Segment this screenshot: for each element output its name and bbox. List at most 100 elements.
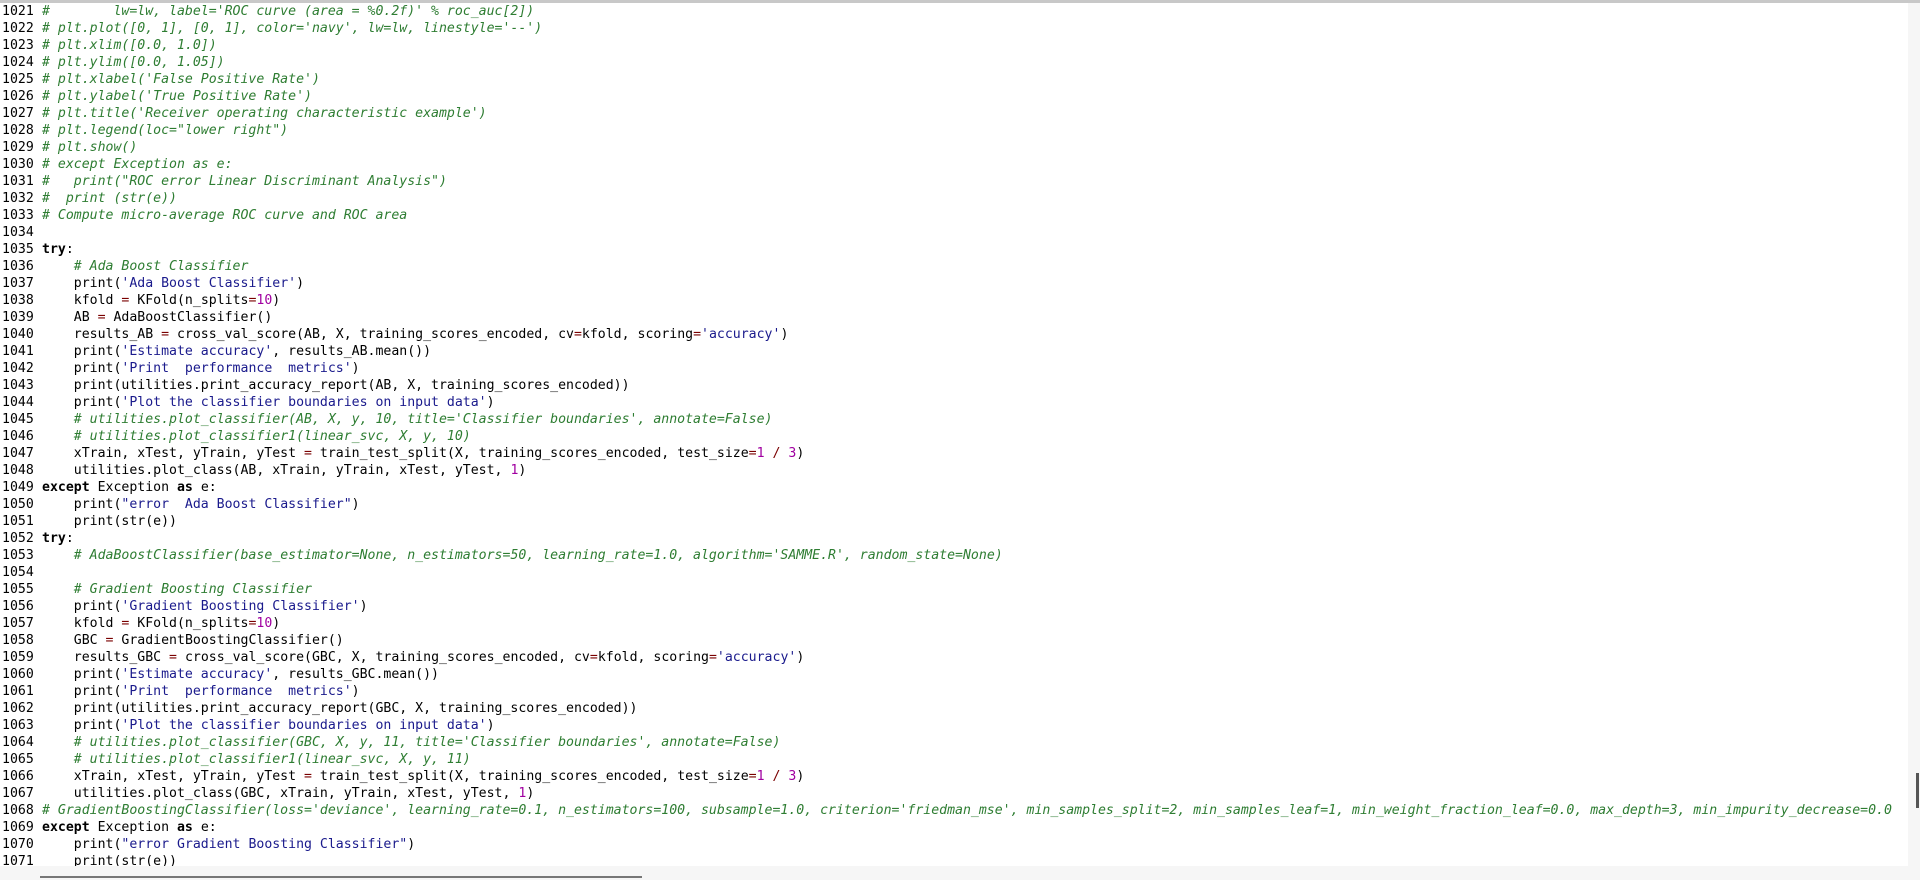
code-line[interactable]: 1065 # utilities.plot_classifier1(linear… bbox=[0, 751, 1908, 768]
code-line[interactable]: 1054 bbox=[0, 564, 1908, 581]
line-number: 1059 bbox=[2, 650, 34, 665]
code-token: = bbox=[304, 769, 312, 784]
code-token: # utilities.plot_classifier(AB, X, y, 10… bbox=[73, 412, 773, 427]
line-code: # plt.xlabel('False Positive Rate') bbox=[42, 72, 320, 87]
code-line[interactable]: 1070 print("error Gradient Boosting Clas… bbox=[0, 836, 1908, 853]
line-number: 1029 bbox=[2, 140, 34, 155]
line-number: 1021 bbox=[2, 4, 34, 19]
code-token: except bbox=[42, 480, 90, 495]
code-line[interactable]: 1032 # print (str(e)) bbox=[0, 190, 1908, 207]
code-line[interactable]: 1027 # plt.title('Receiver operating char… bbox=[0, 105, 1908, 122]
code-token: print( bbox=[42, 684, 122, 699]
line-code: # print (str(e)) bbox=[42, 191, 177, 206]
code-line[interactable]: 1057 kfold = KFold(n_splits=10) bbox=[0, 615, 1908, 632]
line-code: print("error Ada Boost Classifier") bbox=[42, 497, 360, 512]
code-token: ) bbox=[780, 327, 789, 342]
code-line[interactable]: 1038 kfold = KFold(n_splits=10) bbox=[0, 292, 1908, 309]
code-line[interactable]: 1068 # GradientBoostingClassifier(loss='d… bbox=[0, 802, 1908, 819]
code-line[interactable]: 1061 print('Print performance metrics') bbox=[0, 683, 1908, 700]
line-code: utilities.plot_class(GBC, xTrain, yTrain… bbox=[42, 786, 535, 801]
code-line[interactable]: 1069 except Exception as e: bbox=[0, 819, 1908, 836]
code-line[interactable]: 1023 # plt.xlim([0.0, 1.0]) bbox=[0, 37, 1908, 54]
code-line[interactable]: 1067 utilities.plot_class(GBC, xTrain, y… bbox=[0, 785, 1908, 802]
code-token: # Gradient Boosting Classifier bbox=[73, 582, 312, 597]
code-line[interactable]: 1037 print('Ada Boost Classifier') bbox=[0, 275, 1908, 292]
code-token: # print("ROC error Linear Discriminant A… bbox=[42, 174, 447, 189]
code-token: # utilities.plot_classifier(GBC, X, y, 1… bbox=[73, 735, 781, 750]
code-token: ) bbox=[796, 650, 805, 665]
code-line[interactable]: 1022 # plt.plot([0, 1], [0, 1], color='na… bbox=[0, 20, 1908, 37]
code-line[interactable]: 1026 # plt.ylabel('True Positive Rate') bbox=[0, 88, 1908, 105]
code-line[interactable]: 1029 # plt.show() bbox=[0, 139, 1908, 156]
code-token: AB bbox=[42, 310, 98, 325]
code-line[interactable]: 1051 print(str(e)) bbox=[0, 513, 1908, 530]
line-code: # plt.legend(loc="lower right") bbox=[42, 123, 288, 138]
code-line[interactable]: 1041 print('Estimate accuracy', results_… bbox=[0, 343, 1908, 360]
code-editor[interactable]: 1021 # lw=lw, label='ROC curve (area = %0… bbox=[0, 3, 1908, 866]
code-token: print( bbox=[42, 276, 122, 291]
code-line[interactable]: 1024 # plt.ylim([0.0, 1.05]) bbox=[0, 54, 1908, 71]
code-token: = bbox=[573, 327, 582, 342]
code-token: e: bbox=[192, 820, 217, 835]
code-line[interactable]: 1042 print('Print performance metrics') bbox=[0, 360, 1908, 377]
code-line[interactable]: 1050 print("error Ada Boost Classifier") bbox=[0, 496, 1908, 513]
code-line[interactable]: 1058 GBC = GradientBoostingClassifier() bbox=[0, 632, 1908, 649]
code-line[interactable]: 1059 results_GBC = cross_val_score(GBC, … bbox=[0, 649, 1908, 666]
line-number: 1024 bbox=[2, 55, 34, 70]
vertical-scrollbar-thumb[interactable] bbox=[1916, 773, 1919, 808]
line-code: GBC = GradientBoostingClassifier() bbox=[42, 633, 344, 648]
code-line[interactable]: 1062 print(utilities.print_accuracy_repo… bbox=[0, 700, 1908, 717]
code-line[interactable]: 1060 print('Estimate accuracy', results_… bbox=[0, 666, 1908, 683]
code-token: print( bbox=[42, 395, 122, 410]
code-line[interactable]: 1043 print(utilities.print_accuracy_repo… bbox=[0, 377, 1908, 394]
line-number: 1061 bbox=[2, 684, 34, 699]
code-line[interactable]: 1040 results_AB = cross_val_score(AB, X,… bbox=[0, 326, 1908, 343]
code-token: = bbox=[169, 650, 177, 665]
horizontal-scrollbar-thumb[interactable] bbox=[40, 876, 642, 878]
code-line[interactable]: 1021 # lw=lw, label='ROC curve (area = %0… bbox=[0, 3, 1908, 20]
code-token: kfold, scoring bbox=[581, 327, 694, 342]
code-token: 'Print performance metrics' bbox=[121, 684, 352, 699]
line-code: utilities.plot_class(AB, xTrain, yTrain,… bbox=[42, 463, 527, 478]
code-line[interactable]: 1030 # except Exception as e: bbox=[0, 156, 1908, 173]
code-line[interactable]: 1066 xTrain, xTest, yTrain, yTest = trai… bbox=[0, 768, 1908, 785]
code-line[interactable]: 1064 # utilities.plot_classifier(GBC, X,… bbox=[0, 734, 1908, 751]
code-line[interactable]: 1039 AB = AdaBoostClassifier() bbox=[0, 309, 1908, 326]
code-line[interactable]: 1028 # plt.legend(loc="lower right") bbox=[0, 122, 1908, 139]
code-line[interactable]: 1055 # Gradient Boosting Classifier bbox=[0, 581, 1908, 598]
code-line[interactable]: 1033 # Compute micro-average ROC curve an… bbox=[0, 207, 1908, 224]
code-line[interactable]: 1035 try: bbox=[0, 241, 1908, 258]
vertical-scrollbar[interactable] bbox=[1908, 3, 1920, 866]
line-code: # print("ROC error Linear Discriminant A… bbox=[42, 174, 447, 189]
code-token: print( bbox=[42, 497, 122, 512]
line-code: # plt.ylabel('True Positive Rate') bbox=[42, 89, 312, 104]
code-line[interactable]: 1046 # utilities.plot_classifier1(linear… bbox=[0, 428, 1908, 445]
code-line[interactable]: 1053 # AdaBoostClassifier(base_estimator… bbox=[0, 547, 1908, 564]
code-line[interactable]: 1036 # Ada Boost Classifier bbox=[0, 258, 1908, 275]
code-line[interactable]: 1044 print('Plot the classifier boundari… bbox=[0, 394, 1908, 411]
code-token: = bbox=[97, 310, 106, 325]
code-line[interactable]: 1071 print(str(e)) bbox=[0, 853, 1908, 866]
code-token: # utilities.plot_classifier1(linear_svc,… bbox=[73, 752, 471, 767]
code-line[interactable]: 1034 bbox=[0, 224, 1908, 241]
code-line[interactable]: 1025 # plt.xlabel('False Positive Rate') bbox=[0, 71, 1908, 88]
code-line[interactable]: 1052 try: bbox=[0, 530, 1908, 547]
code-line[interactable]: 1063 print('Plot the classifier boundari… bbox=[0, 717, 1908, 734]
code-token: except bbox=[42, 820, 90, 835]
line-number: 1039 bbox=[2, 310, 34, 325]
line-number: 1044 bbox=[2, 395, 34, 410]
code-token: ) bbox=[351, 361, 360, 376]
code-line[interactable]: 1048 utilities.plot_class(AB, xTrain, yT… bbox=[0, 462, 1908, 479]
line-code: # plt.plot([0, 1], [0, 1], color='navy',… bbox=[42, 21, 542, 36]
code-token: # lw=lw, label='ROC curve (area = %0.2f)… bbox=[42, 4, 535, 19]
code-token: e: bbox=[192, 480, 217, 495]
code-line[interactable]: 1045 # utilities.plot_classifier(AB, X, … bbox=[0, 411, 1908, 428]
code-line[interactable]: 1049 except Exception as e: bbox=[0, 479, 1908, 496]
horizontal-scrollbar[interactable] bbox=[0, 866, 1920, 880]
code-line[interactable]: 1031 # print("ROC error Linear Discrimina… bbox=[0, 173, 1908, 190]
code-line[interactable]: 1056 print('Gradient Boosting Classifier… bbox=[0, 598, 1908, 615]
line-number: 1026 bbox=[2, 89, 34, 104]
code-line[interactable]: 1047 xTrain, xTest, yTrain, yTest = trai… bbox=[0, 445, 1908, 462]
